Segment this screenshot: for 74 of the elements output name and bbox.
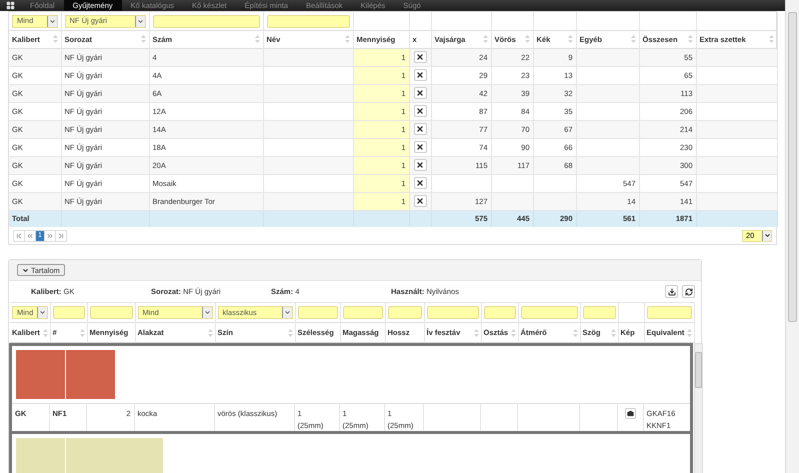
close-icon bbox=[416, 160, 424, 169]
filter-input[interactable] bbox=[342, 306, 382, 320]
first-icon bbox=[15, 232, 23, 240]
filter-input[interactable] bbox=[90, 306, 132, 320]
dropdown-button[interactable] bbox=[134, 16, 144, 26]
sort-icon[interactable] bbox=[686, 328, 692, 337]
camera-icon bbox=[626, 410, 634, 418]
dropdown-button[interactable] bbox=[202, 307, 212, 318]
sort-icon[interactable] bbox=[474, 328, 478, 337]
previous-icon bbox=[26, 232, 34, 240]
sort-icon[interactable] bbox=[482, 35, 488, 44]
delete-button[interactable] bbox=[414, 86, 426, 99]
filter-input[interactable] bbox=[582, 306, 616, 320]
delete-button[interactable] bbox=[414, 68, 426, 81]
sort-icon[interactable] bbox=[572, 328, 578, 337]
close-icon bbox=[416, 106, 424, 115]
close-icon bbox=[416, 88, 424, 97]
sort-icon[interactable] bbox=[140, 35, 146, 44]
caret-icon bbox=[48, 18, 56, 24]
filter-input[interactable] bbox=[52, 306, 84, 320]
sort-icon[interactable] bbox=[254, 35, 260, 44]
sort-icon[interactable] bbox=[42, 328, 48, 337]
caret-icon bbox=[284, 309, 290, 316]
delete-button[interactable] bbox=[414, 176, 426, 189]
dropdown-button[interactable] bbox=[36, 307, 46, 318]
delete-button[interactable] bbox=[414, 122, 426, 135]
caret-icon bbox=[38, 309, 46, 316]
delete-button[interactable] bbox=[414, 50, 426, 63]
delete-button[interactable] bbox=[414, 140, 426, 153]
refresh-icon bbox=[684, 288, 692, 296]
sort-icon[interactable] bbox=[610, 328, 616, 337]
sort-icon[interactable] bbox=[524, 35, 530, 44]
dropdown-button[interactable] bbox=[282, 307, 292, 318]
photo-button[interactable] bbox=[624, 408, 636, 420]
sort-icon[interactable] bbox=[80, 328, 84, 337]
close-icon bbox=[416, 70, 424, 79]
filter-input[interactable] bbox=[520, 306, 578, 320]
caret-icon bbox=[204, 309, 210, 316]
sort-icon[interactable] bbox=[52, 35, 58, 44]
refresh-button[interactable] bbox=[682, 285, 695, 298]
filter-input[interactable] bbox=[266, 14, 350, 28]
filter-input[interactable] bbox=[484, 306, 516, 320]
next-icon bbox=[46, 232, 54, 240]
first-page-button[interactable] bbox=[14, 230, 25, 241]
download-button[interactable] bbox=[665, 285, 678, 298]
sort-icon[interactable] bbox=[568, 35, 572, 44]
caret-icon bbox=[764, 232, 770, 240]
sort-icon[interactable] bbox=[208, 328, 212, 337]
filter-input[interactable] bbox=[646, 306, 692, 320]
delete-button[interactable] bbox=[414, 158, 426, 171]
close-icon bbox=[416, 52, 424, 61]
sort-icon[interactable] bbox=[510, 328, 516, 337]
close-icon bbox=[416, 178, 424, 187]
sort-icon[interactable] bbox=[768, 35, 774, 44]
filter-input[interactable] bbox=[388, 306, 422, 320]
sort-icon[interactable] bbox=[288, 328, 292, 337]
caret-icon bbox=[136, 18, 144, 24]
close-icon bbox=[416, 124, 424, 133]
delete-button[interactable] bbox=[414, 104, 426, 117]
close-icon bbox=[416, 142, 424, 151]
menu-icon[interactable] bbox=[6, 1, 15, 10]
filter-input[interactable] bbox=[152, 14, 260, 28]
chevron-down-icon bbox=[22, 266, 29, 274]
sort-icon[interactable] bbox=[688, 35, 692, 44]
sort-icon[interactable] bbox=[344, 35, 350, 44]
download-icon bbox=[668, 288, 676, 296]
last-icon bbox=[56, 232, 65, 240]
close-icon bbox=[416, 196, 424, 205]
delete-button[interactable] bbox=[414, 194, 426, 207]
next-page-button[interactable] bbox=[44, 230, 56, 241]
sort-icon[interactable] bbox=[630, 35, 636, 44]
filter-input[interactable] bbox=[298, 306, 338, 320]
filter-input[interactable] bbox=[426, 306, 478, 320]
dropdown-button[interactable] bbox=[46, 16, 56, 26]
